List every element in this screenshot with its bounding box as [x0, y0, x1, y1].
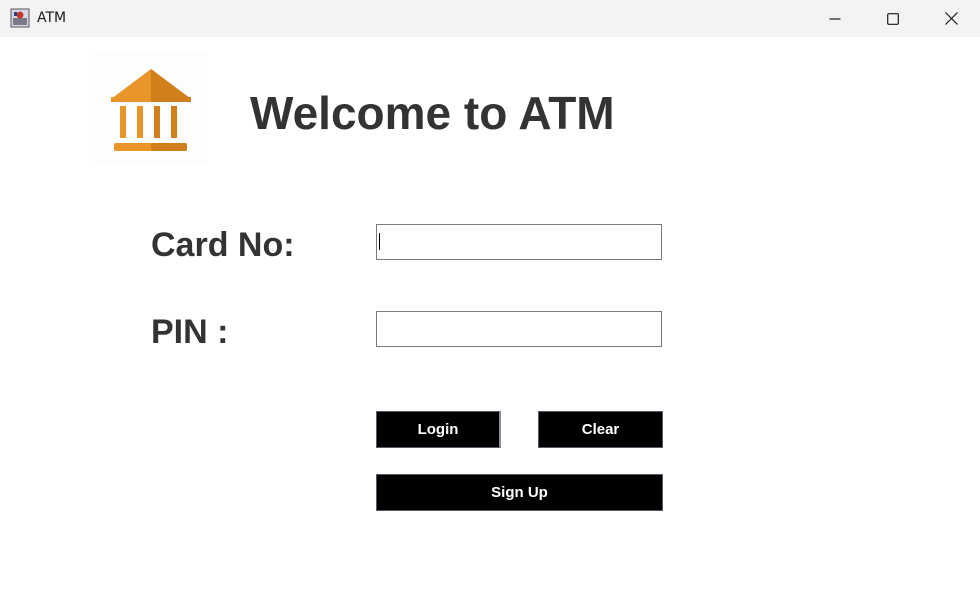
login-button[interactable]: Login	[376, 411, 501, 448]
text-caret	[379, 233, 380, 250]
welcome-heading: Welcome to ATM	[250, 87, 615, 139]
title-bar[interactable]: ATM	[0, 0, 980, 37]
pin-label: PIN :	[151, 313, 229, 351]
maximize-button[interactable]	[864, 0, 922, 37]
maximize-icon	[887, 12, 899, 25]
bank-logo	[90, 52, 208, 164]
sign-up-button[interactable]: Sign Up	[376, 474, 663, 511]
clear-button[interactable]: Clear	[538, 411, 663, 448]
java-app-icon	[10, 8, 30, 28]
card-number-input[interactable]	[376, 224, 662, 260]
card-number-label: Card No:	[151, 226, 295, 264]
bank-icon	[111, 69, 191, 151]
minimize-icon	[829, 17, 841, 20]
close-button[interactable]	[922, 0, 980, 37]
atm-window: ATM Welcome to ATM Card No: PIN: Login …	[0, 0, 980, 615]
close-icon	[944, 12, 958, 25]
pin-input[interactable]	[376, 311, 662, 347]
window-title: ATM	[37, 10, 67, 26]
minimize-button[interactable]	[806, 0, 864, 37]
